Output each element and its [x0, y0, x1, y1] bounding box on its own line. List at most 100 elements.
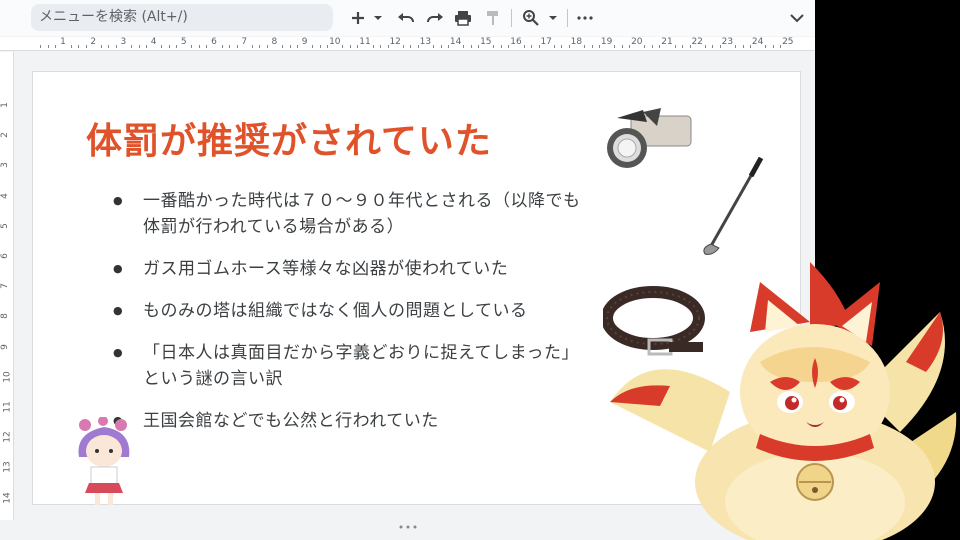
ruler-tick	[70, 45, 72, 48]
ruler-label: 8	[271, 37, 278, 47]
ruler-label: 1	[60, 37, 66, 47]
ruler-label: 9	[301, 37, 308, 47]
ruler-tick	[561, 45, 563, 48]
ruler-tick	[176, 45, 178, 48]
ruler-label: 17	[540, 37, 552, 47]
ruler-tick	[500, 45, 502, 48]
ruler-tick	[651, 45, 653, 48]
print-icon[interactable]	[451, 6, 475, 30]
ruler-tick	[553, 45, 555, 48]
ruler-tick	[146, 45, 148, 48]
ruler-tick	[583, 45, 585, 48]
ruler-tick	[108, 45, 110, 48]
chevron-down-icon[interactable]	[545, 6, 561, 30]
zoom-icon[interactable]	[519, 6, 543, 30]
more-icon[interactable]	[573, 6, 597, 30]
ruler-tick	[380, 45, 382, 48]
bullet-item[interactable]: 王国会館などでも公然と行われていた	[113, 408, 583, 434]
slide-title[interactable]: 体罰が推奨がされていた	[86, 112, 492, 164]
ruler-tick	[297, 45, 299, 48]
ruler-tick	[372, 45, 374, 48]
golf-club-illustration[interactable]	[699, 154, 769, 258]
ruler-label: 16	[510, 37, 522, 47]
ruler-label: 11	[359, 37, 371, 47]
ruler-tick	[470, 45, 472, 48]
ruler-label: 7	[0, 283, 10, 290]
ruler-label: 10	[2, 371, 13, 383]
ruler-label: 5	[180, 37, 187, 47]
ruler-label: 4	[150, 37, 157, 47]
ruler-tick	[327, 45, 329, 48]
ruler-tick	[259, 45, 261, 48]
ruler-tick	[508, 45, 510, 48]
bullet-list[interactable]: 一番酷かった時代は７０～９０年代とされる（以降でも体罰が行われている場合がある）…	[113, 188, 583, 450]
ruler-tick	[289, 45, 291, 48]
horizontal-ruler: 1 2 3 4 5 6 7 8 9 10 11 12 13 14 15 16 17 18 19 20 21 22 23 24 2…	[0, 37, 815, 51]
ruler-tick	[750, 45, 752, 48]
ruler-label: 21	[661, 37, 673, 47]
vertical-ruler: 1 2 3 4 5 6 7 8 9 10 11 12 13 14	[0, 52, 14, 540]
collapse-icon[interactable]	[785, 6, 809, 30]
ruler-tick	[266, 45, 268, 48]
ruler-tick	[712, 45, 714, 48]
ruler-tick	[251, 45, 253, 48]
ruler-tick	[734, 45, 736, 48]
camera-illustration[interactable]	[603, 108, 695, 176]
ruler-tick	[478, 45, 480, 48]
ruler-tick	[591, 45, 593, 48]
ruler-tick	[523, 45, 525, 48]
ruler-tick	[531, 45, 533, 48]
ruler-tick	[538, 45, 540, 48]
ruler-label: 5	[0, 222, 10, 229]
ruler-label: 14	[2, 491, 13, 504]
drag-handle-icon[interactable]	[398, 524, 418, 530]
bullet-item[interactable]: 「日本人は真面目だから字義どおりに捉えてしまった」という謎の言い訳	[113, 340, 583, 392]
ruler-tick	[772, 45, 774, 48]
ruler-label: 2	[90, 37, 97, 47]
toolbar: メニューを検索 (Alt+/)	[0, 0, 815, 36]
ruler-tick	[319, 45, 321, 48]
ruler-label: 11	[2, 401, 13, 413]
ruler-tick	[78, 45, 80, 48]
ruler-tick	[206, 45, 208, 48]
plus-icon[interactable]	[346, 6, 370, 30]
ruler-label: 20	[631, 37, 643, 47]
ruler-tick	[342, 45, 344, 48]
ruler-label: 22	[691, 37, 703, 47]
ruler-tick	[221, 45, 223, 48]
fox-vtuber-avatar	[610, 262, 957, 540]
ruler-tick	[448, 45, 450, 48]
bullet-item[interactable]: ものみの塔は組織ではなく個人の問題としている	[113, 298, 583, 324]
ruler-tick	[493, 45, 495, 48]
redo-icon[interactable]	[423, 6, 447, 30]
ruler-tick	[85, 45, 87, 48]
ruler-tick	[357, 45, 359, 48]
ruler-tick	[644, 45, 646, 48]
undo-icon[interactable]	[394, 6, 418, 30]
ruler-tick	[198, 45, 200, 48]
ruler-label: 4	[0, 192, 10, 199]
ruler-label: 6	[211, 37, 217, 47]
purple-hair-character-illustration[interactable]	[73, 417, 135, 507]
ruler-label: 13	[419, 37, 432, 47]
ruler-tick	[440, 45, 442, 48]
ruler-label: 19	[600, 37, 613, 47]
ruler-label: 7	[241, 37, 248, 47]
search-menu-input[interactable]: メニューを検索 (Alt+/)	[31, 4, 333, 31]
bullet-item[interactable]: 一番酷かった時代は７０～９０年代とされる（以降でも体罰が行われている場合がある）	[113, 188, 583, 240]
chevron-down-icon[interactable]	[370, 6, 386, 30]
ruler-tick	[780, 45, 782, 48]
ruler-tick	[614, 45, 616, 48]
ruler-tick	[432, 45, 434, 48]
ruler-tick	[417, 45, 419, 48]
ruler-label: 1	[0, 102, 10, 108]
toolbar-divider	[567, 9, 568, 27]
bullet-item[interactable]: ガス用ゴムホース等様々な凶器が使われていた	[113, 256, 583, 282]
ruler-label: 14	[449, 37, 462, 47]
ruler-label: 8	[0, 313, 10, 320]
ruler-label: 25	[782, 37, 794, 47]
ruler-tick	[130, 45, 132, 48]
ruler-tick	[402, 45, 404, 48]
paint-format-icon[interactable]	[481, 6, 505, 30]
ruler-label: 13	[2, 461, 13, 474]
